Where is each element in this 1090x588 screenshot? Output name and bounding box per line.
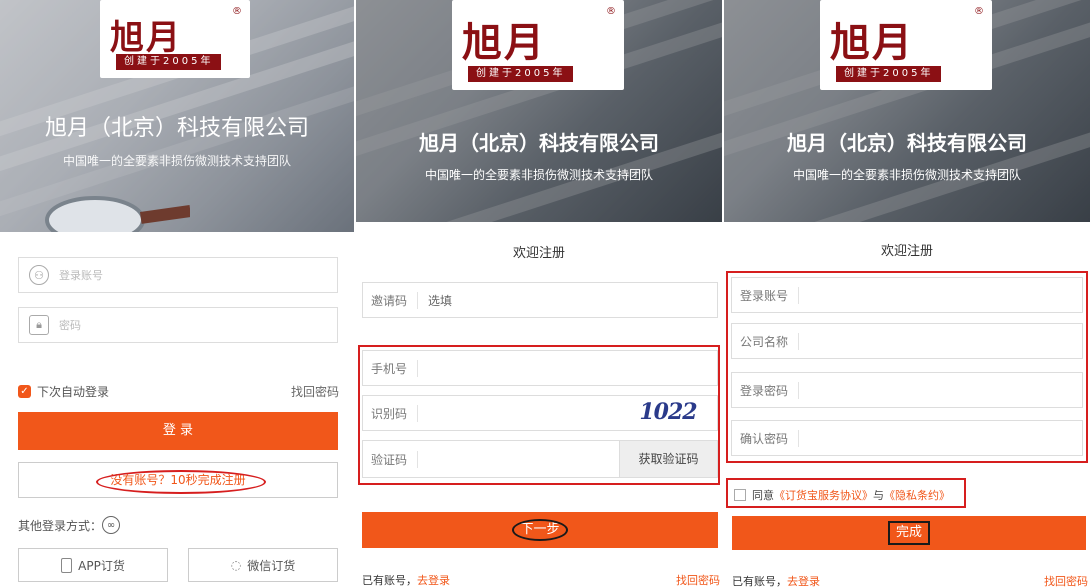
finish-button[interactable]: 完成 (732, 516, 1086, 550)
remember-me-checkbox[interactable]: ✓ 下次自动登录 (18, 383, 109, 400)
get-sms-code-button[interactable]: 获取验证码 (619, 441, 717, 477)
other-login-icon[interactable]: ∞ (102, 516, 121, 534)
hero-banner: 旭月 ® 创建于2005年 旭月（北京）科技有限公司 中国唯一的全要素非损伤微测… (356, 0, 722, 222)
hero-banner: 旭月 ® 创建于2005年 旭月（北京）科技有限公司 中国唯一的全要素非损伤微测… (0, 0, 354, 232)
phone-input[interactable]: 手机号 (362, 350, 718, 386)
highlight-ellipse (512, 519, 568, 541)
lock-icon: 🔒︎ (29, 315, 49, 335)
forgot-password-link[interactable]: 找回密码 (1044, 573, 1088, 588)
sms-code-input[interactable]: 验证码 获取验证码 (362, 440, 718, 478)
company-name: 旭月（北京）科技有限公司 (44, 116, 309, 141)
account-input[interactable]: ⚇ 登录账号 (18, 257, 338, 293)
user-icon: ⚇ (29, 265, 49, 285)
other-login: 其他登录方式： ∞ (18, 516, 121, 534)
app-order-button[interactable]: APP订货 (18, 548, 168, 582)
captcha-input[interactable]: 识别码 1022 (362, 395, 718, 431)
hero-banner: 旭月 ® 创建于2005年 旭月（北京）科技有限公司 中国唯一的全要素非损伤微测… (724, 0, 1090, 222)
forgot-password-link[interactable]: 找回密码 (291, 383, 339, 400)
logo-text: 旭月 (830, 19, 914, 66)
watch-decoration (45, 196, 190, 232)
register-step2-panel: 旭月 ® 创建于2005年 旭月（北京）科技有限公司 中国唯一的全要素非损伤微测… (724, 0, 1090, 588)
agreement-row: 同意 《订货宝服务协议》 与 《隐私条约》 (734, 487, 950, 503)
company-name: 旭月（北京）科技有限公司 (419, 131, 659, 155)
password-input[interactable]: 🔒︎ 密码 (18, 307, 338, 343)
go-login-link[interactable]: 去登录 (417, 574, 450, 587)
company-slogan: 中国唯一的全要素非损伤微测技术支持团队 (62, 154, 291, 168)
register-step1-panel: 旭月 ® 创建于2005年 旭月（北京）科技有限公司 中国唯一的全要素非损伤微测… (356, 0, 722, 588)
logo-text: 旭月 (462, 19, 546, 66)
checkbox-checked-icon: ✓ (18, 385, 31, 398)
logo-since: 创建于2005年 (116, 54, 222, 70)
login-account-input[interactable]: 登录账号 (731, 277, 1083, 313)
service-agreement-link[interactable]: 《订货宝服务协议》 (774, 487, 873, 503)
highlight-ellipse (96, 470, 266, 494)
wechat-order-button[interactable]: ◌ 微信订货 (188, 548, 338, 582)
brand-logo: 旭月 ® 创建于2005年 (452, 0, 624, 90)
invite-code-input[interactable]: 邀请码 选填 (362, 282, 718, 318)
register-title: 欢迎注册 (880, 244, 933, 259)
confirm-password-input[interactable]: 确认密码 (731, 420, 1083, 456)
have-account-text: 已有账号，去登录 (362, 574, 450, 587)
login-password-input[interactable]: 登录密码 (731, 372, 1083, 408)
login-button[interactable]: 登 录 (18, 412, 338, 450)
logo-since: 创建于2005年 (836, 66, 942, 82)
brand-logo: 旭月 ® 创建于2005年 (100, 0, 250, 78)
company-slogan: 中国唯一的全要素非损伤微测技术支持团队 (424, 168, 653, 182)
phone-icon (61, 557, 73, 573)
privacy-policy-link[interactable]: 《隐私条约》 (884, 487, 950, 503)
company-name-input[interactable]: 公司名称 (731, 323, 1083, 359)
company-slogan: 中国唯一的全要素非损伤微测技术支持团队 (792, 168, 1021, 182)
company-name: 旭月（北京）科技有限公司 (787, 131, 1027, 155)
have-account-text: 已有账号，去登录 (732, 575, 820, 588)
login-panel: 旭月 ® 创建于2005年 旭月（北京）科技有限公司 中国唯一的全要素非损伤微测… (0, 0, 354, 588)
forgot-password-link[interactable]: 找回密码 (676, 572, 720, 588)
register-title: 欢迎注册 (512, 246, 565, 261)
agreement-checkbox[interactable] (734, 489, 746, 501)
wechat-icon: ◌ (230, 558, 242, 572)
go-login-link[interactable]: 去登录 (787, 575, 820, 588)
brand-logo: 旭月 ® 创建于2005年 (820, 0, 992, 90)
logo-since: 创建于2005年 (468, 66, 574, 82)
captcha-image[interactable]: 1022 (623, 399, 713, 427)
logo-text: 旭月 (110, 18, 182, 58)
